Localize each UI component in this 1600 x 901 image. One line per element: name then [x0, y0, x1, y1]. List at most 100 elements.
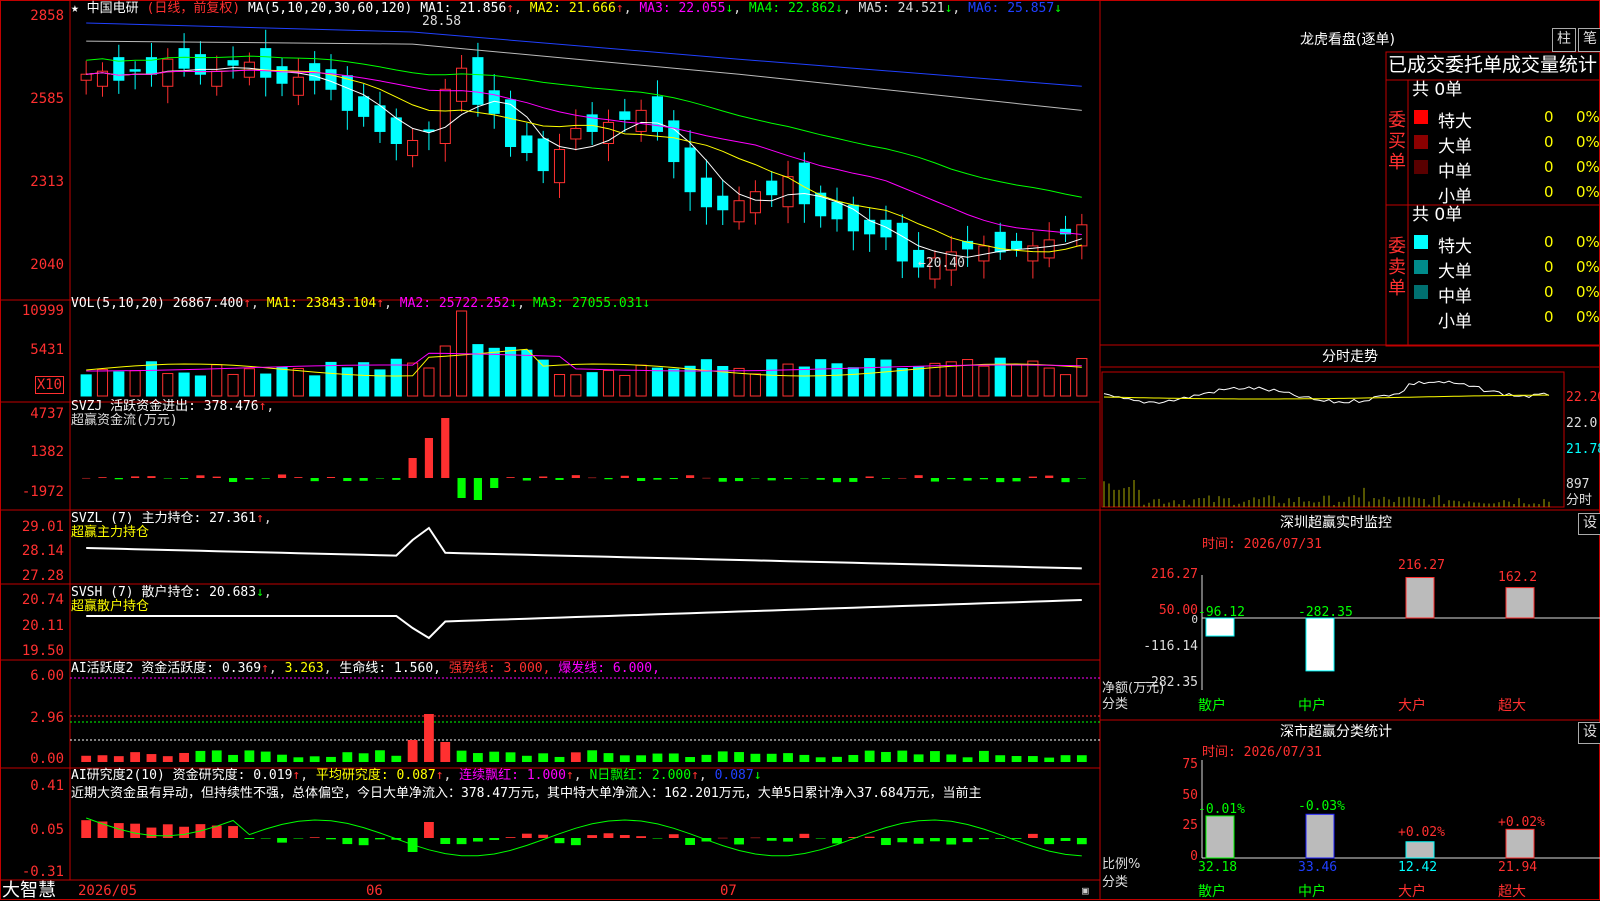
monitor-bar: [1205, 617, 1235, 637]
ai-research-bar: [244, 838, 255, 839]
x-axis-label: 06: [366, 883, 383, 899]
ai-active-bar: [897, 750, 908, 762]
svzj-bar: [424, 438, 434, 478]
dragon-title: 龙虎看盘(逐单): [1300, 32, 1395, 48]
volume-bar: [325, 361, 337, 397]
candle-body: [358, 96, 370, 117]
color-swatch: [1414, 135, 1428, 149]
svzj-bar: [310, 478, 319, 482]
volume-bar: [80, 374, 92, 397]
ai-research-bar: [570, 838, 581, 846]
ai-research-bar: [505, 837, 516, 838]
svzj-bar: [228, 478, 238, 482]
svzj-ytick: 1382: [30, 444, 64, 460]
candle-body: [292, 76, 304, 96]
candle-body: [374, 105, 386, 132]
ai-active-life: 生命线: 1.560,: [339, 661, 441, 676]
volume-bar: [488, 347, 500, 397]
svzj-bar: [555, 478, 564, 480]
classify-title: 深市超赢分类统计: [1280, 724, 1392, 740]
volume-bar: [243, 368, 255, 397]
classify-bar: [1305, 813, 1335, 859]
lock-icon[interactable]: ▣: [1082, 885, 1089, 896]
intraday-avg-line: [1103, 394, 1549, 400]
ai-research-nday: N日飘红: 2.000: [589, 768, 692, 783]
svzj-bar: [1012, 478, 1021, 482]
ai-active-bar: [913, 754, 924, 762]
order-count: 0: [1544, 108, 1554, 126]
ai-research-bar: [554, 838, 565, 844]
volume-bar: [782, 363, 794, 397]
classify-bar: [1205, 815, 1235, 859]
favorite-star-icon[interactable]: ★: [71, 1, 79, 16]
svzj-bar: [865, 476, 874, 478]
ai-research-bar: [913, 838, 924, 844]
ai-active-bar: [962, 757, 973, 762]
candle-body: [325, 69, 337, 90]
ai-active-bar: [832, 756, 842, 762]
category-label: 散户: [1198, 698, 1226, 714]
order-count: 0: [1544, 308, 1554, 326]
svzj-bar: [408, 458, 417, 478]
ai-research-bar: [799, 833, 810, 838]
monitor-bar: [1305, 617, 1335, 672]
order-type: 特大: [1438, 237, 1472, 257]
candle-body: [880, 219, 892, 238]
candle-body: [1076, 224, 1088, 247]
color-swatch: [1414, 260, 1428, 274]
volume-bar: [276, 366, 288, 397]
ai-active-bar: [244, 750, 255, 762]
volume-bar: [309, 375, 321, 397]
ai-research-bar: [179, 826, 189, 838]
color-swatch: [1414, 160, 1428, 174]
svzj-y-axis: 4737 1382 -1972: [0, 402, 68, 510]
order-pct: 0%: [1576, 308, 1600, 326]
order-pct: 0%: [1576, 233, 1600, 251]
monitor-ylabel: 净额(万元): [1102, 681, 1165, 696]
ai-active-bar: [97, 755, 108, 762]
svzj-bar: [522, 478, 531, 481]
ai-active-bar: [979, 750, 989, 762]
svzj-bar: [441, 418, 450, 478]
svzj-bar: [653, 478, 662, 480]
candle-body: [227, 60, 239, 66]
ai-research-bar: [309, 837, 320, 838]
ai-active-bar: [799, 754, 810, 762]
candle-body: [407, 139, 419, 157]
ai-active-bar: [570, 752, 581, 762]
ma6-line: [86, 22, 1082, 87]
svzj-bar: [767, 478, 776, 481]
order-row: 大单 0 0%: [1412, 256, 1600, 282]
order-pct: 0%: [1576, 158, 1600, 176]
category-label: 中户: [1298, 698, 1326, 714]
candle-body: [733, 200, 745, 223]
ai-research-bar: [424, 822, 434, 838]
vol-ma2-arrow: ↓: [509, 296, 518, 311]
volume-bar: [178, 372, 190, 397]
svzj-header: SVZJ 活跃资金进出: 378.476: [71, 399, 259, 414]
ai-research-bar: [113, 823, 124, 838]
ai-research-bar: [603, 833, 614, 838]
ai-research-bar: [636, 836, 647, 838]
volume-bar: [113, 371, 125, 397]
monitor-ytick: 216.27: [1151, 567, 1198, 582]
bar-top-label: +0.02%: [1498, 815, 1545, 830]
order-type: 大单: [1438, 262, 1472, 282]
column-view-button[interactable]: 柱: [1552, 28, 1576, 52]
category-label: 超大: [1498, 884, 1526, 900]
ai-active-bar: [815, 757, 826, 762]
order-pct: 0%: [1576, 283, 1600, 301]
ai-active-bar: [766, 753, 777, 762]
svzj-bar: [245, 478, 254, 480]
bar-top-label: -0.01%: [1198, 802, 1245, 817]
monitor-settings-button[interactable]: 设: [1578, 513, 1600, 535]
ai-active-bar: [1027, 756, 1038, 762]
ai-research-arrow3: ↑: [565, 768, 574, 783]
svzj-bar: [457, 478, 466, 498]
ai-research-bar: [668, 834, 679, 838]
tick-view-button[interactable]: 笔: [1578, 28, 1600, 52]
classify-settings-button[interactable]: 设: [1578, 722, 1600, 744]
ai-active-bar: [652, 753, 663, 762]
volume-bar: [815, 359, 827, 397]
color-swatch: [1414, 110, 1428, 124]
